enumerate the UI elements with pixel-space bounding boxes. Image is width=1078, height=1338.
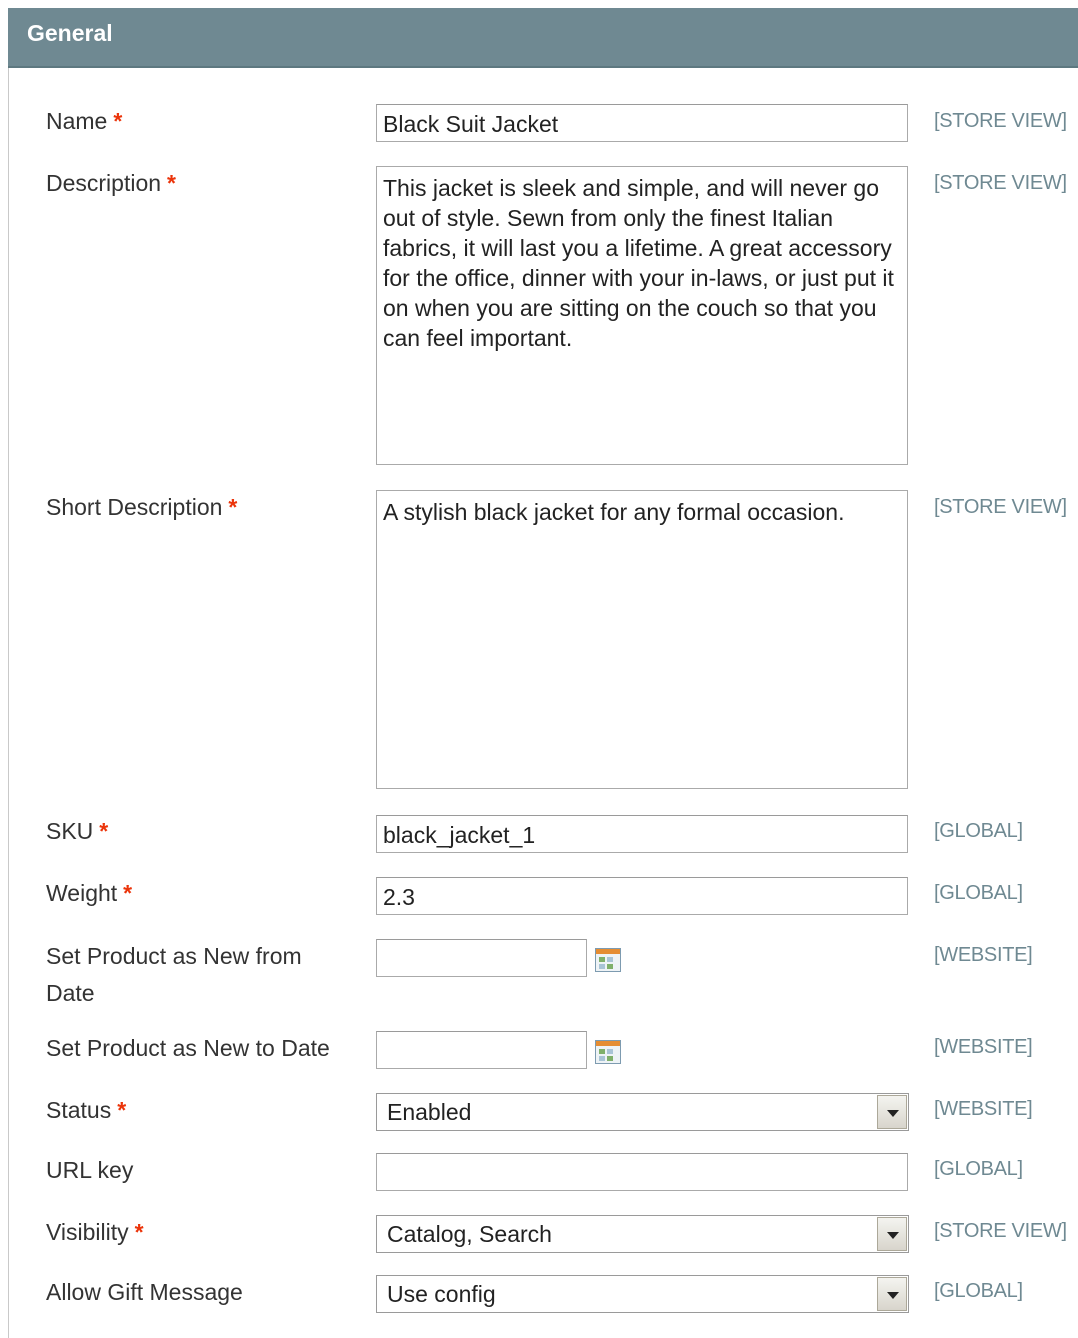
calendar-icon[interactable] — [595, 948, 621, 972]
new-from-date-scope: [WEBSITE] — [934, 944, 1033, 966]
name-input[interactable]: Black Suit Jacket — [376, 104, 908, 142]
url-key-label: URL key — [46, 1157, 134, 1183]
gift-message-select-value: Use config — [387, 1281, 496, 1307]
chevron-down-icon[interactable] — [877, 1217, 907, 1251]
visibility-select-value: Catalog, Search — [387, 1221, 552, 1247]
gift-message-label: Allow Gift Message — [46, 1279, 243, 1305]
section-header[interactable]: General — [8, 8, 1078, 68]
section-title: General — [27, 20, 113, 46]
new-from-date-label-line2: Date — [46, 980, 95, 1006]
chevron-down-icon[interactable] — [877, 1095, 907, 1129]
name-scope: [STORE VIEW] — [934, 110, 1067, 132]
url-key-input[interactable] — [376, 1153, 908, 1191]
weight-input[interactable]: 2.3 — [376, 877, 908, 915]
sku-label: SKU * — [46, 818, 109, 844]
short-description-scope: [STORE VIEW] — [934, 496, 1067, 518]
new-from-date-label-line1: Set Product as New from — [46, 943, 302, 969]
required-mark: * — [117, 1097, 127, 1123]
required-mark: * — [167, 170, 176, 196]
calendar-icon[interactable] — [595, 1040, 621, 1064]
visibility-select[interactable]: Catalog, Search — [376, 1215, 909, 1253]
required-mark: * — [123, 880, 133, 906]
chevron-down-icon[interactable] — [877, 1277, 907, 1311]
name-label: Name * — [46, 108, 123, 134]
new-from-date-input[interactable] — [376, 939, 587, 977]
new-from-date-label: Set Product as New from Date — [46, 938, 302, 1012]
short-description-textarea[interactable]: A stylish black jacket for any formal oc… — [376, 490, 908, 789]
gift-message-select[interactable]: Use config — [376, 1275, 909, 1313]
status-label: Status * — [46, 1097, 127, 1123]
required-mark: * — [99, 818, 109, 844]
url-key-scope: [GLOBAL] — [934, 1158, 1023, 1180]
visibility-label: Visibility * — [46, 1219, 144, 1245]
new-to-date-scope: [WEBSITE] — [934, 1036, 1033, 1058]
status-scope: [WEBSITE] — [934, 1098, 1033, 1120]
required-mark: * — [113, 108, 123, 134]
sku-input[interactable]: black_jacket_1 — [376, 815, 908, 853]
short-description-label: Short Description * — [46, 494, 238, 520]
required-mark: * — [228, 494, 238, 520]
visibility-scope: [STORE VIEW] — [934, 1220, 1067, 1242]
status-select-value: Enabled — [387, 1099, 472, 1125]
weight-scope: [GLOBAL] — [934, 882, 1023, 904]
new-to-date-input[interactable] — [376, 1031, 587, 1069]
new-to-date-label: Set Product as New to Date — [46, 1035, 330, 1061]
weight-label: Weight * — [46, 880, 133, 906]
description-textarea[interactable]: This jacket is sleek and simple, and wil… — [376, 166, 908, 465]
required-mark: * — [134, 1219, 144, 1245]
status-select[interactable]: Enabled — [376, 1093, 909, 1131]
description-scope: [STORE VIEW] — [934, 172, 1067, 194]
gift-message-scope: [GLOBAL] — [934, 1280, 1023, 1302]
description-label: Description * — [46, 170, 176, 196]
sku-scope: [GLOBAL] — [934, 820, 1023, 842]
